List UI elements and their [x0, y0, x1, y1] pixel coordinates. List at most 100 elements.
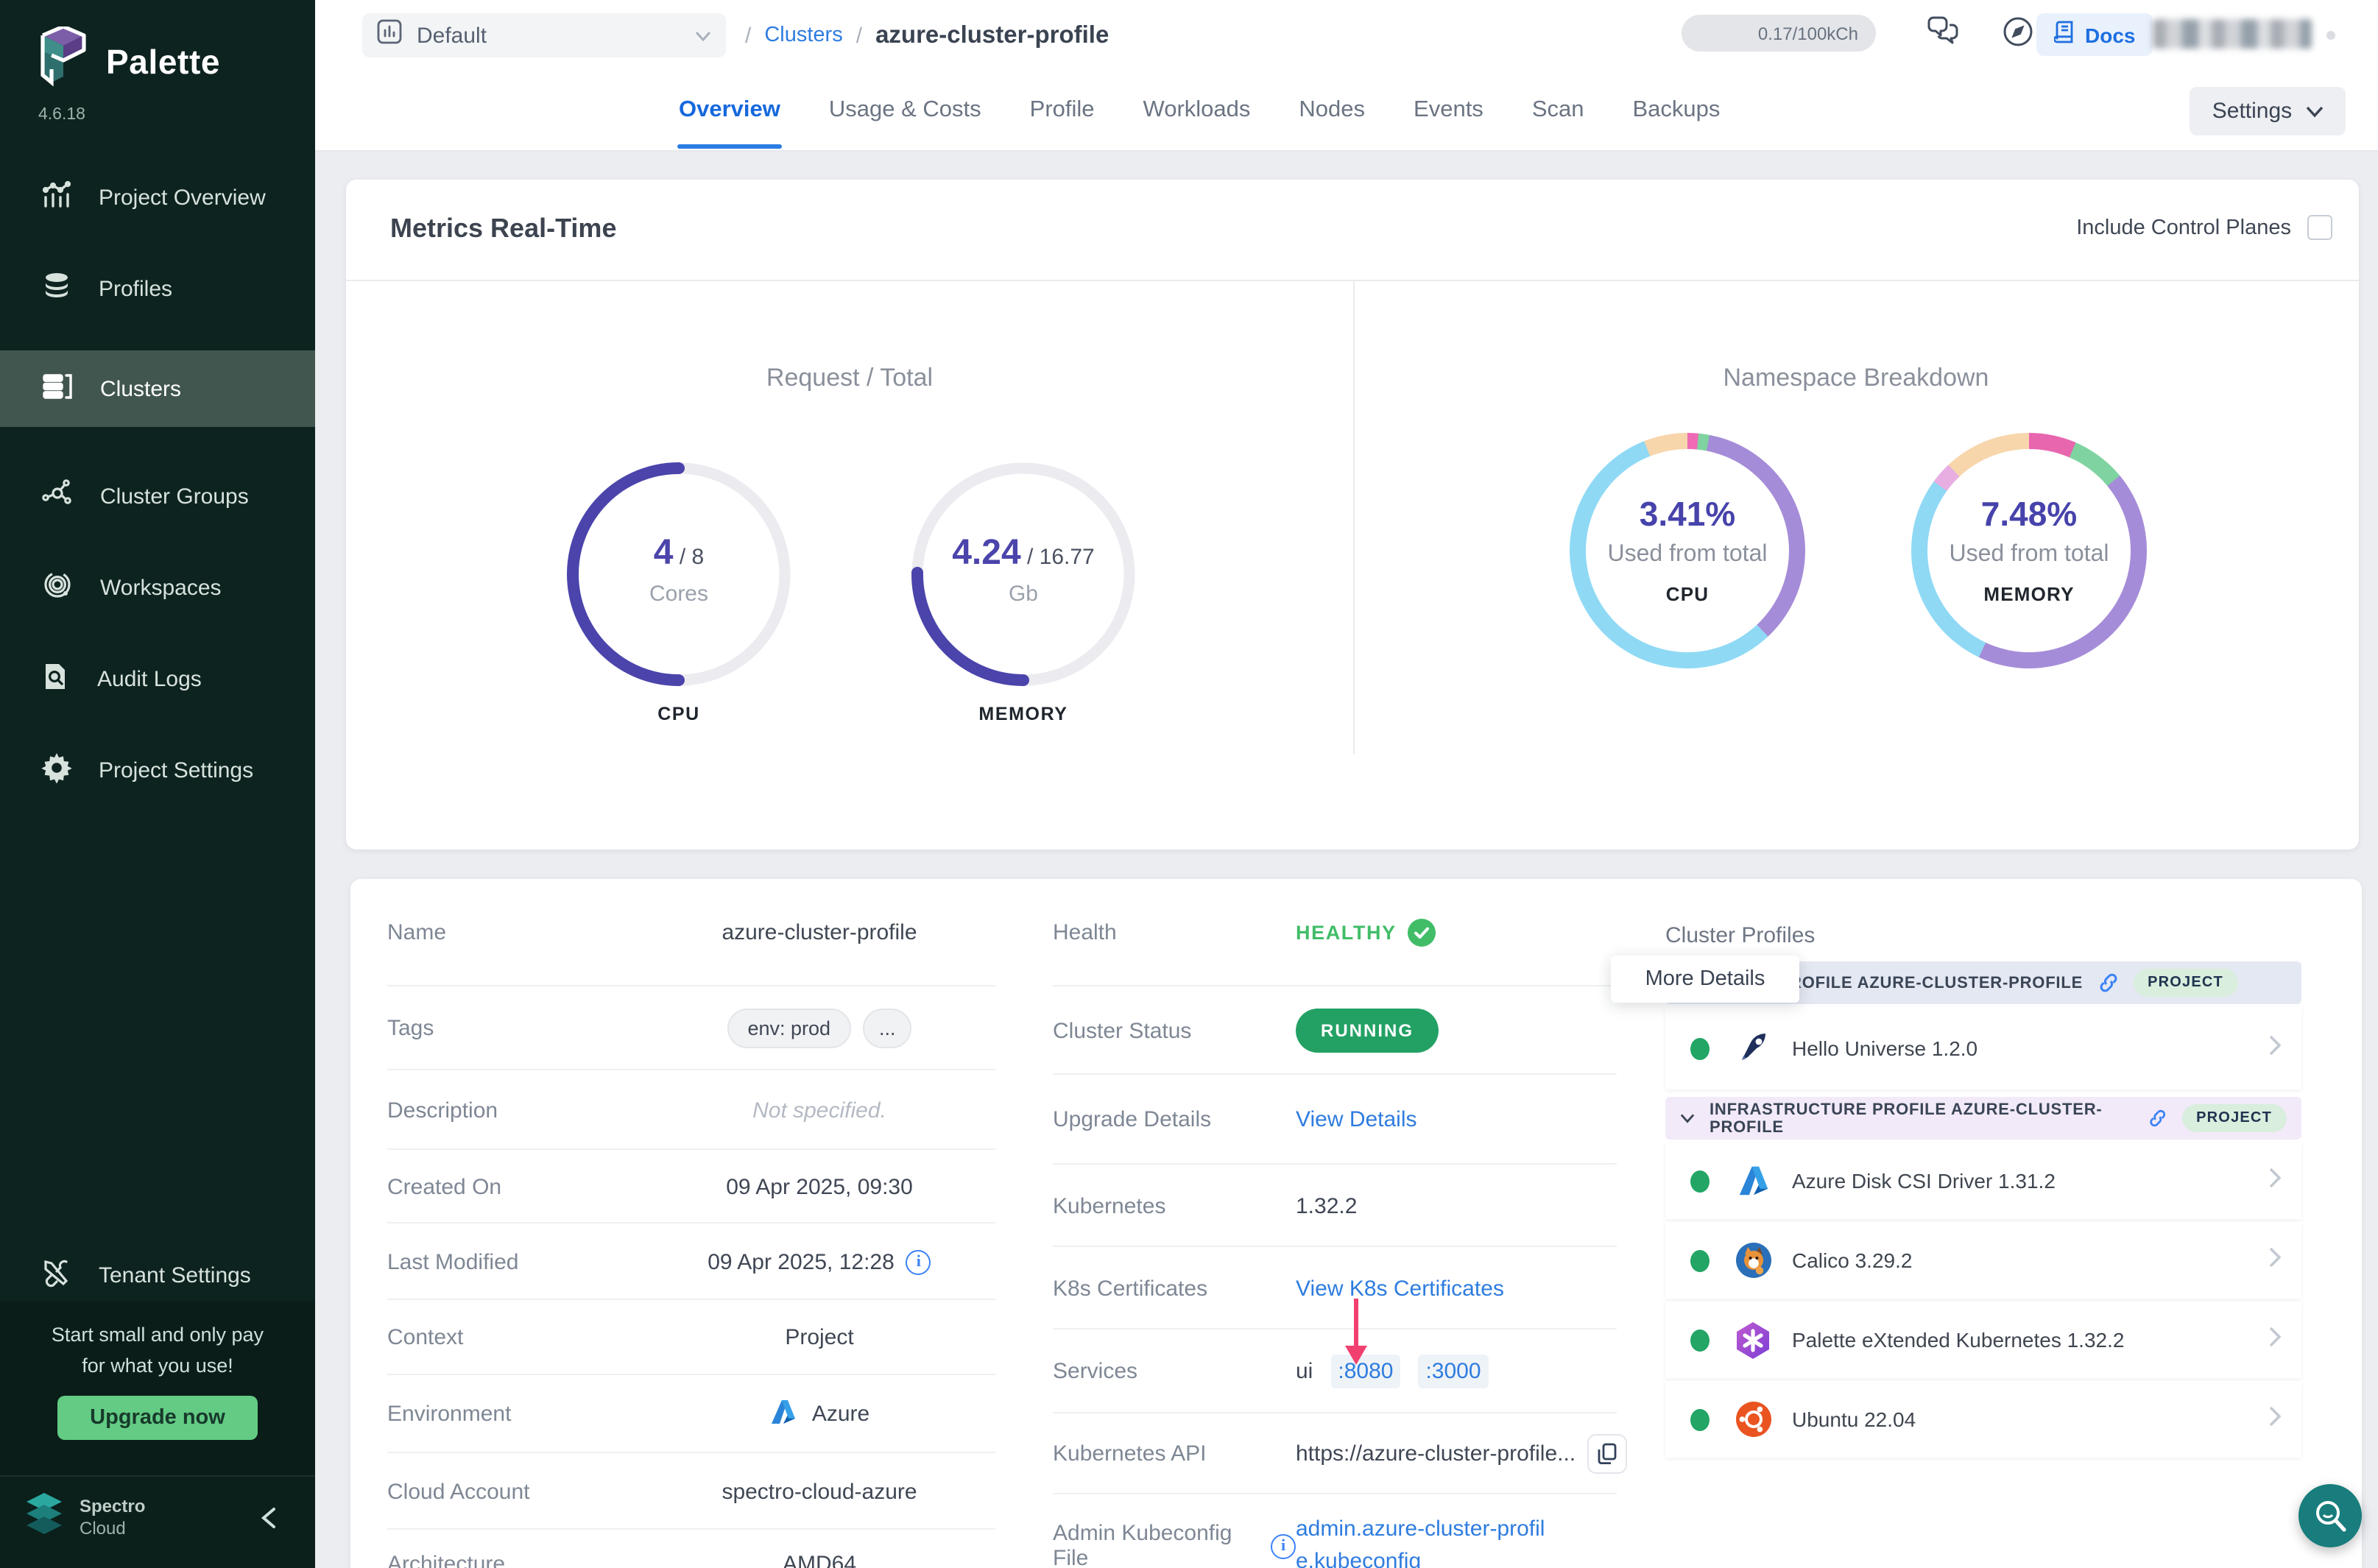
sidebar-item-label: Profiles [99, 276, 172, 301]
last-modified-value: 09 Apr 2025, 12:28 [708, 1249, 895, 1274]
health-value: HEALTHY [1296, 922, 1397, 944]
profile-pack-row-calico[interactable]: Calico 3.29.2 [1665, 1222, 2301, 1299]
sidebar-item-label: Project Settings [99, 757, 253, 783]
project-settings-icon [41, 752, 72, 788]
settings-button[interactable]: Settings [2190, 87, 2346, 135]
azure-icon [1733, 1161, 1773, 1201]
tab-profile[interactable]: Profile [1029, 72, 1096, 149]
usage-quota-pill: 0.17/100kCh [1682, 15, 1876, 52]
sidebar-footer: Spectro Cloud [0, 1475, 315, 1568]
created-on-label: Created On [350, 1174, 623, 1199]
services-label: Services [1016, 1359, 1296, 1384]
upgrade-now-button[interactable]: Upgrade now [57, 1396, 258, 1440]
metrics-title: Metrics Real-Time [390, 213, 616, 244]
tab-overview[interactable]: Overview [677, 72, 782, 149]
chevron-down-icon [695, 22, 711, 49]
pack-name: Hello Universe 1.2.0 [1792, 1036, 2269, 1060]
info-icon[interactable]: i [906, 1249, 931, 1274]
brand-name: Palette [106, 43, 220, 82]
architecture-label: Architecture [350, 1551, 623, 1568]
memory-used-value: 4.24 [952, 533, 1020, 573]
tag-env-prod[interactable]: env: prod [727, 1009, 851, 1048]
cpu-used-value: 4 [654, 533, 674, 573]
compass-icon[interactable] [2003, 16, 2033, 54]
tag-more[interactable]: ... [863, 1009, 912, 1048]
view-k8s-certificates-link[interactable]: View K8s Certificates [1296, 1276, 1504, 1301]
link-icon[interactable] [2148, 1109, 2167, 1128]
include-control-planes-checkbox[interactable] [2307, 215, 2332, 240]
sidebar-item-label: Cluster Groups [100, 484, 249, 509]
chevron-right-icon [2269, 1326, 2281, 1354]
status-dot [1690, 1249, 1710, 1271]
tab-usage-costs[interactable]: Usage & Costs [828, 72, 983, 149]
profile-pack-row-pxk[interactable]: Palette eXtended Kubernetes 1.32.2 [1665, 1302, 2301, 1378]
view-details-link[interactable]: View Details [1296, 1107, 1417, 1132]
feedback-chat-icon[interactable] [1927, 16, 1960, 53]
search-icon [2312, 1498, 2348, 1533]
check-circle-icon [1408, 919, 1436, 947]
tab-scan[interactable]: Scan [1531, 72, 1586, 149]
service-port-8080-link[interactable]: :8080 [1330, 1355, 1400, 1388]
upsell-banner: Start small and only pay for what you us… [0, 1302, 315, 1475]
profile-pack-row-ubuntu[interactable]: Ubuntu 22.04 [1665, 1381, 2301, 1458]
chevron-down-icon [2305, 105, 2323, 117]
sidebar-item-label: Tenant Settings [99, 1262, 251, 1288]
sidebar-item-clusters[interactable]: Clusters [0, 350, 315, 427]
memory-unit: Gb [906, 582, 1141, 607]
user-name-redacted[interactable] [2153, 19, 2312, 49]
docs-label: Docs [2085, 23, 2135, 46]
project-scope-badge: PROJECT [2181, 1104, 2287, 1132]
pack-name: Ubuntu 22.04 [1792, 1408, 2269, 1431]
upgrade-details-label: Upgrade Details [1016, 1107, 1296, 1132]
chevron-right-icon [2269, 1034, 2281, 1062]
top-bar: Default / Clusters / azure-cluster-profi… [315, 0, 2378, 152]
sidebar-item-project-overview[interactable]: Project Overview [0, 165, 315, 230]
namespace-cpu-donut: 3.41% Used from total CPU [1570, 433, 1805, 668]
chevron-down-icon [1680, 1113, 1695, 1123]
sidebar-item-project-settings[interactable]: Project Settings [0, 738, 315, 802]
audit-logs-icon [41, 660, 71, 697]
hello-universe-icon [1733, 1028, 1773, 1068]
details-middle-column: Health HEALTHY Cluster Status RUNNING Up [1016, 879, 1637, 1568]
project-scope-icon [377, 19, 402, 52]
link-icon[interactable] [2097, 973, 2118, 992]
info-icon[interactable]: i [1271, 1533, 1296, 1558]
spectro-cloud-logo-icon [24, 1491, 65, 1543]
cluster-profiles-heading: Cluster Profiles [1665, 923, 1815, 948]
project-select-value: Default [417, 23, 680, 48]
breadcrumb-clusters-link[interactable]: Clusters [764, 24, 842, 47]
divider [1353, 280, 1355, 754]
sidebar-item-label: Audit Logs [97, 666, 202, 691]
memory-gauge: 4.24 / 16.77 Gb MEMORY [906, 456, 1141, 692]
project-overview-icon [41, 179, 72, 216]
cloud-account-value: spectro-cloud-azure [623, 1479, 1016, 1504]
profile-pack-row-azure-csi[interactable]: Azure Disk CSI Driver 1.31.2 [1665, 1143, 2301, 1219]
namespace-memory-percent: 7.48% [1911, 495, 2147, 534]
sidebar: Palette 4.6.18 Project Overview [0, 0, 315, 1568]
service-port-3000-link[interactable]: :3000 [1418, 1355, 1488, 1388]
tab-workloads[interactable]: Workloads [1142, 72, 1252, 149]
pxk-icon [1733, 1320, 1773, 1360]
sidebar-item-profiles[interactable]: Profiles [0, 256, 315, 321]
tenant-settings-icon [41, 1257, 72, 1293]
admin-kubeconfig-link[interactable]: admin.azure-cluster-profile.kubeconfig [1296, 1514, 1558, 1568]
more-details-button[interactable]: More Details [1611, 956, 1799, 1003]
tags-label: Tags [350, 1016, 623, 1041]
sidebar-item-audit-logs[interactable]: Audit Logs [0, 646, 315, 711]
book-icon [2054, 21, 2075, 49]
kubernetes-version-value: 1.32.2 [1296, 1193, 1637, 1218]
infrastructure-profile-group-header[interactable]: INFRASTRUCTURE PROFILE AZURE-CLUSTER-PRO… [1665, 1097, 2301, 1140]
tab-events[interactable]: Events [1412, 72, 1485, 149]
sidebar-item-cluster-groups[interactable]: Cluster Groups [0, 464, 315, 529]
profile-pack-row-hello-universe[interactable]: Hello Universe 1.2.0 [1665, 1007, 2301, 1090]
tab-nodes[interactable]: Nodes [1297, 72, 1366, 149]
kubernetes-label: Kubernetes [1016, 1193, 1296, 1218]
sidebar-item-tenant-settings[interactable]: Tenant Settings [0, 1243, 315, 1307]
sidebar-collapse-icon[interactable] [261, 1506, 277, 1537]
sidebar-item-workspaces[interactable]: Workspaces [0, 555, 315, 620]
copy-icon[interactable] [1587, 1434, 1627, 1474]
tab-backups[interactable]: Backups [1631, 72, 1722, 149]
docs-button[interactable]: Docs [2036, 13, 2153, 56]
project-select[interactable]: Default [362, 13, 726, 57]
search-fab-button[interactable] [2298, 1484, 2362, 1547]
